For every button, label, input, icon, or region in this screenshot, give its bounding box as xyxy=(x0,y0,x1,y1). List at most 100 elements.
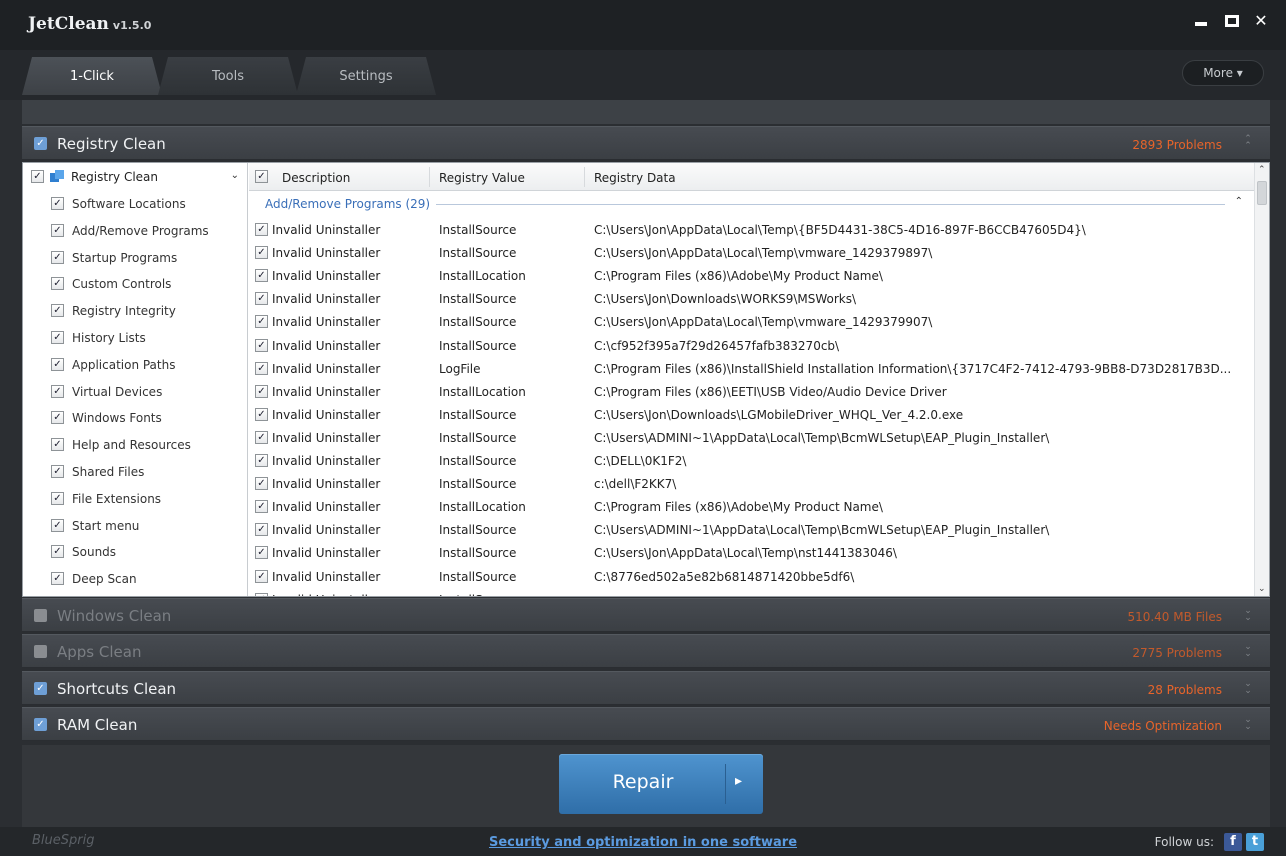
table-row[interactable]: ✓ Invalid Uninstaller InstallSource C:\User… xyxy=(249,404,1255,427)
table-row[interactable]: ✓ Invalid Uninstaller InstallSource C:\8776… xyxy=(249,566,1255,589)
table-row[interactable]: ✓ Invalid Uninstaller LogFile C:\Program Fi… xyxy=(249,358,1255,381)
row-checkbox[interactable]: ✓ xyxy=(255,246,268,260)
checkbox[interactable]: ✓ xyxy=(51,304,64,318)
section-shortcuts-clean[interactable]: ✓ Shortcuts Clean 28 Problems ⌄ ⌄ xyxy=(22,671,1270,705)
row-checkbox[interactable]: ✓ xyxy=(255,430,268,444)
checkbox[interactable]: ✓ xyxy=(51,465,64,478)
table-row[interactable]: ✓ Invalid Uninstaller InstallSource C:\DELL… xyxy=(249,450,1255,473)
row-checkbox[interactable]: ✓ xyxy=(255,523,268,537)
row-checkbox[interactable]: ✓ xyxy=(255,384,268,398)
chevron-down-icon[interactable]: ⌄ ⌄ xyxy=(1242,680,1254,696)
category-item[interactable]: ✓ Start menu xyxy=(51,514,241,540)
checkbox[interactable]: ✓ xyxy=(31,170,44,183)
row-checkbox[interactable]: ✓ xyxy=(255,292,268,306)
checkbox[interactable]: ✓ xyxy=(51,197,64,210)
table-row[interactable]: ✓ Invalid Uninstaller InstallSource C:\User… xyxy=(249,427,1255,450)
checkbox[interactable]: ✓ xyxy=(51,223,64,237)
section-checkbox[interactable]: ✓ xyxy=(34,609,47,622)
table-row[interactable]: ✓ Invalid Uninstaller InstallSource C:\cf95… xyxy=(249,335,1255,358)
tab-1-click[interactable]: 1-Click xyxy=(22,57,162,95)
category-item[interactable]: ✓ Deep Scan xyxy=(51,567,241,593)
section-windows-clean[interactable]: ✓ Windows Clean 510.40 MB Files ⌄ ⌄ xyxy=(22,598,1270,632)
chevron-down-icon[interactable]: ⌄ ⌄ xyxy=(1242,643,1254,659)
category-item[interactable]: ✓ Virtual Devices xyxy=(51,380,241,406)
table-row[interactable]: ✓ Invalid Uninstaller InstallSource C:\User… xyxy=(249,542,1255,565)
section-checkbox[interactable]: ✓ xyxy=(34,682,47,695)
row-checkbox[interactable]: ✓ xyxy=(255,500,268,514)
scroll-down-icon[interactable]: ⌄ xyxy=(1258,584,1266,594)
column-registry-value[interactable]: Registry Value xyxy=(439,171,525,185)
table-row[interactable]: ✓ Invalid Uninstaller InstallSource C:\User… xyxy=(249,219,1255,242)
more-button[interactable]: More ▾ xyxy=(1182,60,1264,86)
select-all-checkbox[interactable]: ✓ xyxy=(255,170,268,183)
close-icon[interactable]: ✕ xyxy=(1252,12,1270,30)
vertical-scrollbar[interactable]: ⌃ ⌄ xyxy=(1254,163,1269,596)
checkbox[interactable]: ✓ xyxy=(51,411,64,425)
section-checkbox[interactable]: ✓ xyxy=(34,718,47,731)
category-item[interactable]: ✓ Sounds xyxy=(51,540,241,566)
table-row[interactable]: ✓ Invalid Uninstaller InstallSource C:\User… xyxy=(249,311,1255,334)
registry-root-item[interactable]: ✓ Registry Clean ⌄ xyxy=(31,167,243,189)
chevron-right-icon[interactable]: ▸ xyxy=(735,773,742,789)
twitter-icon[interactable]: t xyxy=(1246,833,1264,851)
table-row[interactable]: ✓ Invalid Uninstaller InstallSource C:\User… xyxy=(249,519,1255,542)
row-checkbox[interactable]: ✓ xyxy=(255,592,268,596)
category-item[interactable]: ✓ Help and Resources xyxy=(51,433,241,459)
row-checkbox[interactable]: ✓ xyxy=(255,361,268,375)
section-checkbox[interactable]: ✓ xyxy=(34,137,47,150)
scroll-thumb[interactable] xyxy=(1257,181,1267,205)
section-checkbox[interactable]: ✓ xyxy=(34,645,47,658)
row-checkbox[interactable]: ✓ xyxy=(255,569,268,583)
section-apps-clean[interactable]: ✓ Apps Clean 2775 Problems ⌄ ⌄ xyxy=(22,634,1270,668)
table-row[interactable]: ✓ Invalid Uninstaller InstallLocation C:\Pr… xyxy=(249,381,1255,404)
checkbox[interactable]: ✓ xyxy=(51,384,64,398)
category-item[interactable]: ✓ Custom Controls xyxy=(51,272,241,298)
table-row[interactable]: ✓ Invalid Uninstaller InstallSource C:\User… xyxy=(249,242,1255,265)
maximize-icon[interactable] xyxy=(1222,12,1240,30)
row-checkbox[interactable]: ✓ xyxy=(255,338,268,352)
minimize-icon[interactable] xyxy=(1192,12,1210,30)
row-checkbox[interactable]: ✓ xyxy=(255,269,268,283)
chevron-down-icon[interactable]: ⌄ xyxy=(231,170,239,181)
checkbox[interactable]: ✓ xyxy=(51,277,64,291)
table-row[interactable]: ✓ Invalid Uninstaller InstallLocation C:\Pr… xyxy=(249,265,1255,288)
group-header[interactable]: Add/Remove Programs (29) ⌃ xyxy=(249,193,1255,215)
table-row[interactable]: ✓ Invalid Uninstaller InstallLocation C:\Pr… xyxy=(249,496,1255,519)
chevron-up-icon[interactable]: ⌃ xyxy=(1235,196,1243,207)
table-row[interactable]: ✓ Invalid Uninstaller InstallSource c:\dell… xyxy=(249,473,1255,496)
column-registry-data[interactable]: Registry Data xyxy=(594,171,676,185)
row-checkbox[interactable]: ✓ xyxy=(255,546,268,560)
facebook-icon[interactable]: f xyxy=(1224,833,1242,851)
checkbox[interactable]: ✓ xyxy=(51,491,64,505)
section-ram-clean[interactable]: ✓ RAM Clean Needs Optimization ⌄ ⌄ xyxy=(22,707,1270,741)
category-item[interactable]: ✓ Software Locations xyxy=(51,192,241,218)
checkbox[interactable]: ✓ xyxy=(51,572,64,586)
category-item[interactable]: ✓ File Extensions xyxy=(51,487,241,513)
table-row[interactable]: ✓ Invalid Uninstaller InstallSource xyxy=(249,589,1255,596)
checkbox[interactable]: ✓ xyxy=(51,545,64,559)
checkbox[interactable]: ✓ xyxy=(51,518,64,532)
row-checkbox[interactable]: ✓ xyxy=(255,454,268,467)
category-item[interactable]: ✓ Application Paths xyxy=(51,353,241,379)
checkbox[interactable]: ✓ xyxy=(51,250,64,264)
column-description[interactable]: Description xyxy=(282,171,350,185)
slogan-link[interactable]: Security and optimization in one softwar… xyxy=(0,835,1286,850)
repair-button[interactable]: Repair ▸ xyxy=(559,754,763,814)
row-checkbox[interactable]: ✓ xyxy=(255,477,268,491)
category-item[interactable]: ✓ Add/Remove Programs xyxy=(51,219,241,245)
category-item[interactable]: ✓ Registry Integrity xyxy=(51,299,241,325)
section-registry-clean[interactable]: ✓ Registry Clean 2893 Problems ⌃ ⌃ xyxy=(22,126,1270,160)
chevron-down-icon[interactable]: ⌄ ⌄ xyxy=(1242,607,1254,623)
row-checkbox[interactable]: ✓ xyxy=(255,407,268,421)
checkbox[interactable]: ✓ xyxy=(51,357,64,371)
tab-tools[interactable]: Tools xyxy=(158,57,298,95)
category-item[interactable]: ✓ Startup Programs xyxy=(51,246,241,272)
chevron-down-icon[interactable]: ⌄ ⌄ xyxy=(1242,716,1254,732)
table-row[interactable]: ✓ Invalid Uninstaller InstallSource C:\User… xyxy=(249,288,1255,311)
category-item[interactable]: ✓ Windows Fonts xyxy=(51,406,241,432)
scroll-up-icon[interactable]: ⌃ xyxy=(1258,165,1266,175)
checkbox[interactable]: ✓ xyxy=(51,438,64,452)
category-item[interactable]: ✓ History Lists xyxy=(51,326,241,352)
row-checkbox[interactable]: ✓ xyxy=(255,315,268,329)
checkbox[interactable]: ✓ xyxy=(51,331,64,344)
